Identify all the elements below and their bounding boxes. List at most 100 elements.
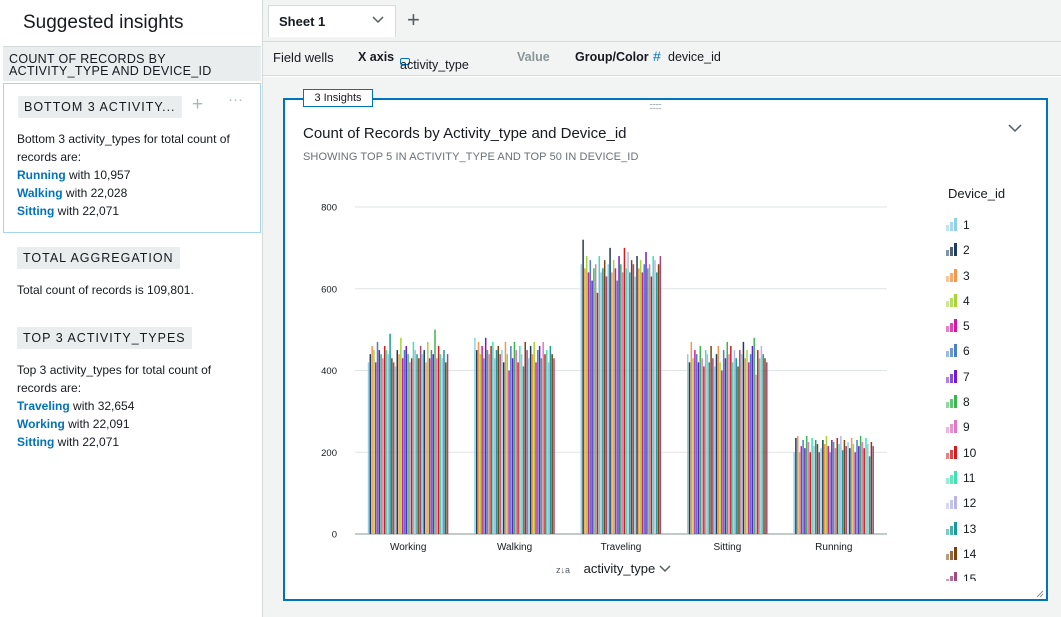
bar[interactable] <box>802 439 804 534</box>
legend-item[interactable]: 6 <box>946 344 1036 369</box>
bar[interactable] <box>764 358 766 534</box>
bar[interactable] <box>439 354 442 534</box>
bar[interactable] <box>722 350 725 534</box>
bar[interactable] <box>520 354 523 534</box>
bar[interactable] <box>475 350 478 534</box>
bar[interactable] <box>553 358 555 534</box>
bar[interactable] <box>686 354 689 534</box>
bar[interactable] <box>437 345 440 534</box>
bar[interactable] <box>423 350 425 534</box>
bar[interactable] <box>629 272 631 534</box>
bar[interactable] <box>510 345 512 534</box>
bar[interactable] <box>652 256 654 534</box>
chevron-down-icon[interactable] <box>659 561 671 576</box>
bar[interactable] <box>603 260 606 534</box>
bar[interactable] <box>717 345 720 534</box>
bar[interactable] <box>699 345 702 534</box>
bar[interactable] <box>872 446 874 534</box>
insight-item-name[interactable]: Sitting <box>17 435 54 449</box>
bar[interactable] <box>657 264 660 534</box>
bar[interactable] <box>621 272 624 534</box>
bar[interactable] <box>847 442 849 534</box>
bar[interactable] <box>809 452 812 534</box>
bar[interactable] <box>374 362 377 534</box>
bar[interactable] <box>410 358 413 534</box>
bar[interactable] <box>645 251 647 534</box>
bar[interactable] <box>634 276 636 534</box>
legend-item[interactable]: 13 <box>946 521 1036 547</box>
bar[interactable] <box>659 256 662 534</box>
legend-item[interactable]: 10 <box>946 445 1036 471</box>
bar[interactable] <box>648 264 651 534</box>
bar[interactable] <box>589 260 592 534</box>
bar[interactable] <box>488 354 491 534</box>
bar[interactable] <box>751 345 754 534</box>
bar[interactable] <box>551 354 553 534</box>
bar[interactable] <box>706 354 709 534</box>
bar[interactable] <box>609 247 611 534</box>
bar[interactable] <box>811 437 813 534</box>
bar[interactable] <box>838 444 840 534</box>
bar[interactable] <box>612 260 615 534</box>
bar[interactable] <box>805 435 808 534</box>
bar[interactable] <box>538 345 541 534</box>
bar[interactable] <box>692 358 694 534</box>
bar[interactable] <box>814 439 817 534</box>
bar[interactable] <box>827 446 830 534</box>
legend-item[interactable]: 9 <box>946 420 1036 445</box>
bar[interactable] <box>389 333 391 534</box>
bar[interactable] <box>519 345 521 534</box>
bar[interactable] <box>535 362 537 534</box>
bar[interactable] <box>760 345 763 534</box>
bar[interactable] <box>398 354 400 534</box>
insight-item-name[interactable]: Running <box>17 168 66 182</box>
bar[interactable] <box>841 450 844 534</box>
bar[interactable] <box>755 374 757 534</box>
bar[interactable] <box>385 350 388 534</box>
bar[interactable] <box>859 435 862 534</box>
bar[interactable] <box>822 439 824 534</box>
bar[interactable] <box>632 264 635 534</box>
bar[interactable] <box>611 272 613 534</box>
bar[interactable] <box>737 366 739 534</box>
bar[interactable] <box>721 370 723 535</box>
insight-card-bottom[interactable]: BOTTOM 3 ACTIVITY... + ··· Bottom 3 acti… <box>3 83 261 233</box>
bar[interactable] <box>391 358 393 534</box>
bar[interactable] <box>757 350 759 534</box>
bar[interactable] <box>868 456 871 534</box>
bar[interactable] <box>493 358 496 534</box>
bar[interactable] <box>430 350 433 534</box>
bar[interactable] <box>818 452 821 534</box>
bar[interactable] <box>412 341 415 534</box>
bar[interactable] <box>492 341 494 534</box>
bar[interactable] <box>499 354 501 534</box>
bar[interactable] <box>383 345 386 534</box>
bar[interactable] <box>414 350 416 534</box>
bar[interactable] <box>542 341 544 534</box>
field-wells-label[interactable]: Field wells <box>273 50 334 65</box>
bar[interactable] <box>867 444 869 534</box>
bar[interactable] <box>820 448 822 534</box>
bar[interactable] <box>607 264 610 534</box>
bar[interactable] <box>445 362 447 534</box>
bar[interactable] <box>522 366 525 534</box>
bar[interactable] <box>602 268 604 534</box>
bar[interactable] <box>587 272 590 534</box>
bar[interactable] <box>730 345 732 534</box>
bar[interactable] <box>585 256 588 534</box>
insight-item-name[interactable]: Working <box>17 417 65 431</box>
bar[interactable] <box>515 350 517 534</box>
bar[interactable] <box>742 341 745 534</box>
bar[interactable] <box>405 345 408 534</box>
bar[interactable] <box>540 358 543 534</box>
bar[interactable] <box>511 358 514 534</box>
bar[interactable] <box>524 341 526 534</box>
bar[interactable] <box>688 362 691 534</box>
bar[interactable] <box>403 350 406 534</box>
bar[interactable] <box>840 435 842 534</box>
legend-item[interactable]: 8 <box>946 395 1036 420</box>
bar[interactable] <box>647 268 649 534</box>
bar[interactable] <box>508 370 510 535</box>
bar[interactable] <box>501 350 503 534</box>
bar[interactable] <box>517 362 519 534</box>
